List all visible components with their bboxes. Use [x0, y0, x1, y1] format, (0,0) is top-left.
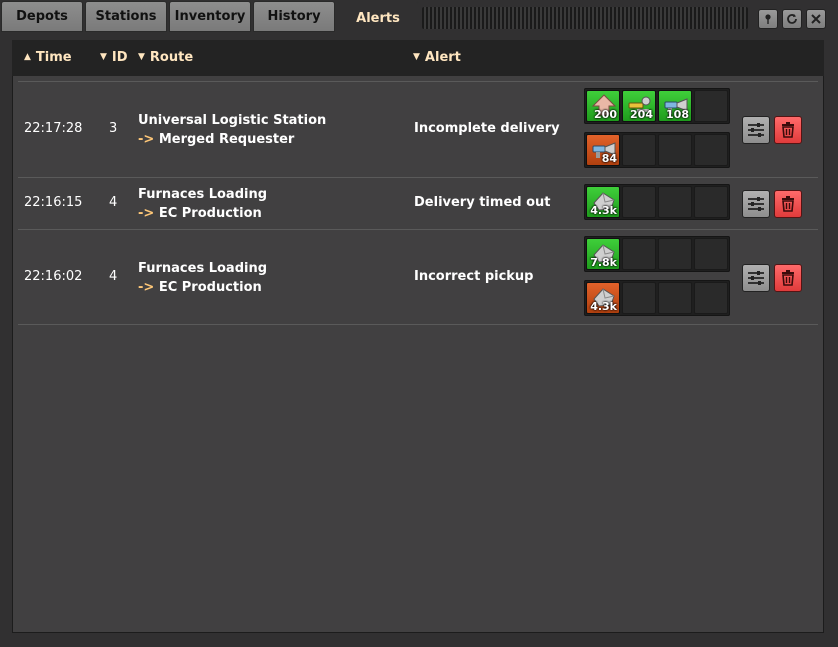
alert-message: Delivery timed out	[414, 195, 551, 210]
edit-alert-button[interactable]	[742, 190, 770, 218]
item-slot[interactable]: 204	[622, 90, 656, 122]
empty-slot	[658, 134, 692, 166]
column-header-id[interactable]: ▼ ID	[100, 50, 128, 65]
alerts-table-body: 22:17:28 3 Universal Logistic Station -> Me…	[18, 81, 818, 325]
alert-id: 4	[109, 269, 118, 284]
delete-alert-button[interactable]	[774, 190, 802, 218]
close-button[interactable]	[806, 9, 826, 29]
column-header-route[interactable]: ▼ Route	[138, 50, 193, 65]
empty-slot	[622, 238, 656, 270]
empty-slot	[694, 186, 728, 218]
item-count: 7.8k	[590, 256, 617, 269]
route-to: EC Production	[158, 280, 262, 295]
route-arrow: ->	[138, 280, 155, 295]
edit-alert-button[interactable]	[742, 264, 770, 292]
column-header-time-label: Time	[35, 50, 72, 65]
route-from: Universal Logistic Station	[138, 113, 327, 128]
alert-message: Incomplete delivery	[414, 121, 560, 136]
alert-row: 22:17:28 3 Universal Logistic Station -> Me…	[18, 81, 818, 177]
tab-stations[interactable]: Stations	[85, 1, 167, 32]
table-header: ▲ Time ▼ ID ▼ Route ▼ Alert	[12, 40, 824, 76]
route-from: Furnaces Loading	[138, 261, 268, 276]
item-slot-bar: 7.8k	[584, 236, 730, 272]
empty-slot	[658, 186, 692, 218]
empty-slot	[658, 282, 692, 314]
window-drag-handle[interactable]	[422, 7, 748, 29]
alert-message: Incorrect pickup	[414, 269, 534, 284]
close-icon	[811, 14, 821, 24]
item-count: 204	[630, 108, 653, 121]
sort-down-icon: ▼	[138, 52, 145, 62]
route-to: Merged Requester	[158, 132, 295, 147]
item-slot[interactable]: 108	[658, 90, 692, 122]
item-slot-bar: 4.3k	[584, 184, 730, 220]
route-to: EC Production	[158, 206, 262, 221]
item-slot-bar: 4.3k	[584, 280, 730, 316]
alert-route: Furnaces Loading -> EC Production	[138, 259, 267, 297]
delete-alert-button[interactable]	[774, 116, 802, 144]
column-header-alert[interactable]: ▼ Alert	[413, 50, 461, 65]
empty-slot	[694, 238, 728, 270]
column-header-time[interactable]: ▲ Time	[24, 50, 72, 65]
route-arrow: ->	[138, 132, 155, 147]
delete-alert-button[interactable]	[774, 264, 802, 292]
sort-down-icon: ▼	[100, 52, 107, 62]
item-slot[interactable]: 7.8k	[586, 238, 620, 270]
sliders-icon	[748, 197, 764, 211]
trash-icon	[782, 122, 794, 138]
empty-slot	[694, 134, 728, 166]
alert-id: 3	[109, 121, 118, 136]
empty-slot	[658, 238, 692, 270]
item-count: 200	[594, 108, 617, 121]
item-slot-bar: 84	[584, 132, 730, 168]
alert-id: 4	[109, 195, 118, 210]
alert-row: 22:16:02 4 Furnaces Loading -> EC Productio…	[18, 229, 818, 325]
item-count: 84	[601, 152, 617, 165]
item-count: 108	[666, 108, 689, 121]
sort-down-icon: ▼	[413, 52, 420, 62]
tab-alerts[interactable]: Alerts	[337, 1, 419, 35]
empty-slot	[622, 134, 656, 166]
refresh-icon	[787, 14, 797, 24]
empty-slot	[622, 282, 656, 314]
empty-slot	[694, 90, 728, 122]
column-header-route-label: Route	[149, 50, 194, 65]
route-arrow: ->	[138, 206, 155, 221]
sliders-icon	[748, 271, 764, 285]
refresh-button[interactable]	[782, 9, 802, 29]
item-count: 4.3k	[590, 204, 617, 217]
alerts-panel: ▲ Time ▼ ID ▼ Route ▼ Alert 22:17:28 3 Univers…	[12, 40, 824, 633]
item-slot[interactable]: 4.3k	[586, 282, 620, 314]
item-count: 4.3k	[590, 300, 617, 313]
alert-route: Universal Logistic Station -> Merged Requ…	[138, 111, 326, 149]
tab-inventory[interactable]: Inventory	[169, 1, 251, 32]
item-slot[interactable]: 84	[586, 134, 620, 166]
alert-time: 22:17:28	[24, 121, 83, 136]
alert-time: 22:16:02	[24, 269, 83, 284]
empty-slot	[694, 282, 728, 314]
alert-route: Furnaces Loading -> EC Production	[138, 185, 267, 223]
column-header-id-label: ID	[111, 50, 128, 65]
route-from: Furnaces Loading	[138, 187, 268, 202]
trash-icon	[782, 270, 794, 286]
tab-history[interactable]: History	[253, 1, 335, 32]
pin-icon	[765, 14, 771, 24]
sort-up-icon: ▲	[24, 52, 31, 62]
tab-bar: Depots Stations Inventory History Alerts	[0, 0, 838, 36]
empty-slot	[622, 186, 656, 218]
alert-time: 22:16:15	[24, 195, 83, 210]
edit-alert-button[interactable]	[742, 116, 770, 144]
alerts-window: Depots Stations Inventory History Alerts…	[0, 0, 838, 647]
sliders-icon	[748, 123, 764, 137]
item-slot[interactable]: 200	[586, 90, 620, 122]
tab-depots[interactable]: Depots	[1, 1, 83, 32]
column-header-alert-label: Alert	[424, 50, 461, 65]
item-slot[interactable]: 4.3k	[586, 186, 620, 218]
pin-button[interactable]	[758, 9, 778, 29]
trash-icon	[782, 196, 794, 212]
item-slot-bar: 200 204 108	[584, 88, 730, 124]
alert-row: 22:16:15 4 Furnaces Loading -> EC Productio…	[18, 177, 818, 229]
